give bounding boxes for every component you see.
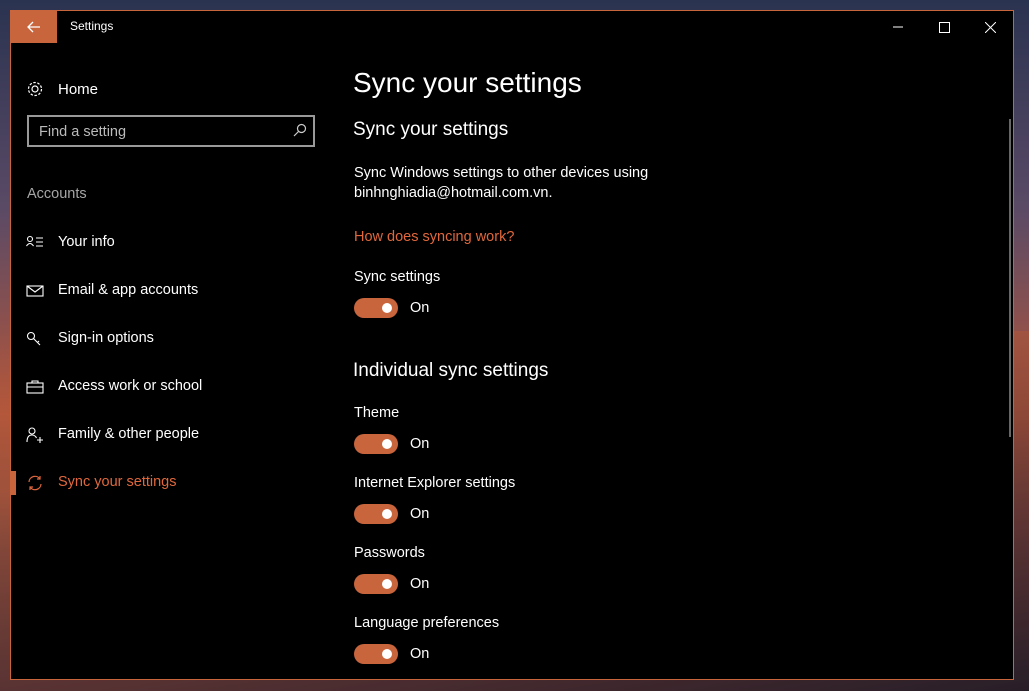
sync-settings-toggle-row: On xyxy=(354,297,429,319)
toggle-knob xyxy=(382,439,392,449)
home-label: Home xyxy=(58,80,99,98)
sidebar-item-work-school[interactable]: Access work or school xyxy=(11,367,341,407)
section-title-individual: Individual sync settings xyxy=(353,360,549,381)
sidebar-item-family[interactable]: Family & other people xyxy=(11,415,341,455)
sync-description: Sync Windows settings to other devices u… xyxy=(354,165,649,201)
sidebar-item-label: Sync your settings xyxy=(58,474,177,490)
toggle-state: On xyxy=(410,646,430,662)
sidebar-item-email[interactable]: Email & app accounts xyxy=(11,271,341,311)
ie-settings-toggle[interactable] xyxy=(354,504,398,524)
language-toggle-row: On xyxy=(354,643,429,665)
key-icon xyxy=(26,331,41,346)
toggle-knob xyxy=(382,303,392,313)
passwords-toggle-row: On xyxy=(354,573,429,595)
sync-settings-label: Sync settings xyxy=(354,269,441,285)
passwords-toggle[interactable] xyxy=(354,574,398,594)
sidebar-item-sign-in[interactable]: Sign-in options xyxy=(11,319,341,359)
section-title-sync: Sync your settings xyxy=(353,119,509,140)
title-bar: Settings xyxy=(11,11,1013,43)
toggle-knob xyxy=(382,649,392,659)
search-icon[interactable] xyxy=(293,123,307,137)
ie-toggle-row: On xyxy=(354,503,429,525)
passwords-label: Passwords xyxy=(354,545,425,561)
close-button[interactable] xyxy=(967,11,1013,43)
sidebar-item-your-info[interactable]: Your info xyxy=(11,223,341,263)
toggle-state: On xyxy=(410,506,430,522)
maximize-icon xyxy=(938,21,950,33)
main-content: Sync your settings Sync your settings Sy… xyxy=(341,43,995,679)
back-arrow-icon xyxy=(27,21,40,33)
ie-settings-label: Internet Explorer settings xyxy=(354,475,516,491)
scrollbar[interactable] xyxy=(1009,119,1011,437)
theme-toggle[interactable] xyxy=(354,434,398,454)
settings-window: Settings Home Accounts xyxy=(10,10,1014,680)
toggle-state: On xyxy=(410,300,430,316)
how-syncing-works-link[interactable]: How does syncing work? xyxy=(354,229,514,245)
toggle-knob xyxy=(382,509,392,519)
language-label: Language preferences xyxy=(354,615,500,631)
toggle-state: On xyxy=(410,576,430,592)
window-title: Settings xyxy=(70,19,114,33)
sidebar-item-label: Family & other people xyxy=(58,426,200,442)
sidebar-item-label: Email & app accounts xyxy=(58,282,199,298)
gear-icon xyxy=(27,81,43,97)
briefcase-icon xyxy=(26,380,44,394)
search-box[interactable] xyxy=(27,115,315,147)
home-nav[interactable]: Home xyxy=(26,75,98,103)
sidebar: Home Accounts Your info Email & app ac xyxy=(11,43,341,679)
sync-settings-toggle[interactable] xyxy=(354,298,398,318)
section-label-accounts: Accounts xyxy=(27,186,87,202)
maximize-button[interactable] xyxy=(921,11,967,43)
person-add-icon xyxy=(26,427,43,443)
theme-label: Theme xyxy=(354,405,400,421)
person-card-icon xyxy=(26,235,43,247)
page-title: Sync your settings xyxy=(353,67,582,98)
sidebar-item-label: Your info xyxy=(58,234,115,250)
sidebar-item-label: Access work or school xyxy=(58,378,203,394)
active-indicator xyxy=(11,471,16,495)
toggle-knob xyxy=(382,579,392,589)
close-icon xyxy=(984,21,996,33)
back-button[interactable] xyxy=(11,11,57,43)
mail-icon xyxy=(26,285,44,297)
theme-toggle-row: On xyxy=(354,433,429,455)
search-input[interactable] xyxy=(29,117,291,147)
sidebar-item-sync[interactable]: Sync your settings xyxy=(11,463,341,503)
toggle-state: On xyxy=(410,436,430,452)
language-toggle[interactable] xyxy=(354,644,398,664)
minimize-button[interactable] xyxy=(875,11,921,43)
sync-icon xyxy=(28,475,42,491)
sidebar-item-label: Sign-in options xyxy=(58,330,154,346)
minimize-icon xyxy=(893,26,903,28)
